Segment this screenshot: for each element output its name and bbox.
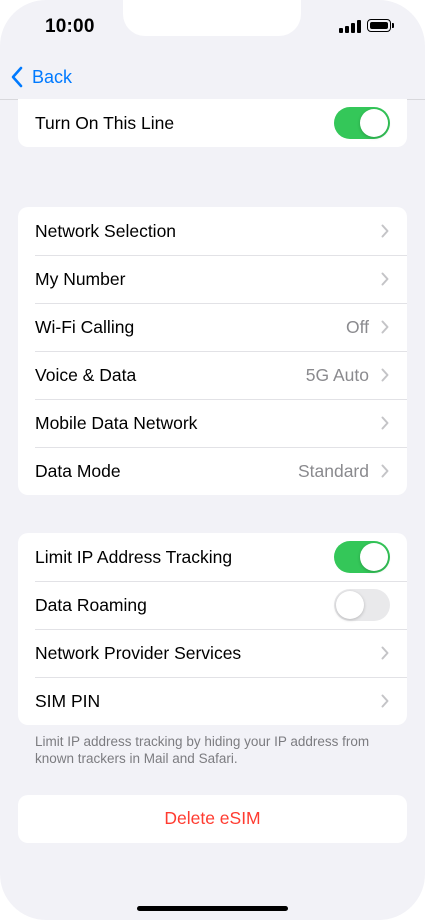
network-provider-services-row[interactable]: Network Provider Services (18, 629, 407, 677)
notch (123, 0, 301, 36)
limit-ip-tracking-toggle[interactable] (334, 541, 390, 573)
turn-on-this-line-row: Turn On This Line (18, 99, 407, 147)
toggle-knob (360, 109, 388, 137)
delete-esim-button[interactable]: Delete eSIM (18, 808, 407, 829)
privacy-footnote: Limit IP address tracking by hiding your… (35, 734, 370, 766)
chevron-right-icon (381, 464, 389, 478)
row-label: Voice & Data (35, 364, 137, 385)
my-number-row[interactable]: My Number (18, 255, 407, 303)
row-label: Limit IP Address Tracking (35, 546, 233, 567)
phone-screen: 10:00 Back Turn On This Line Network Sel… (0, 0, 425, 920)
row-label: Wi-Fi Calling (35, 316, 135, 337)
row-label: Mobile Data Network (35, 412, 198, 433)
data-roaming-toggle[interactable] (334, 589, 390, 621)
battery-icon (367, 19, 395, 33)
navigation-bar: Back (0, 56, 425, 99)
sim-pin-row[interactable]: SIM PIN (18, 677, 407, 725)
voice-and-data-row[interactable]: Voice & Data 5G Auto (18, 351, 407, 399)
back-label: Back (32, 66, 73, 87)
turn-on-this-line-toggle[interactable] (334, 107, 390, 139)
status-bar: 10:00 (0, 0, 425, 56)
status-time: 10:00 (45, 16, 95, 37)
wifi-calling-row[interactable]: Wi-Fi Calling Off (18, 303, 407, 351)
chevron-right-icon (381, 368, 389, 382)
network-group: Network Selection My Number Wi-Fi Callin… (18, 207, 407, 495)
row-value: 5G Auto (305, 364, 369, 385)
chevron-right-icon (381, 646, 389, 660)
row-label: Network Selection (35, 220, 177, 241)
chevron-left-icon (11, 66, 23, 88)
back-button[interactable]: Back (10, 64, 72, 90)
privacy-group: Limit IP Address Tracking Data Roaming N… (18, 533, 407, 725)
cellular-signal-icon (339, 20, 361, 33)
row-value: Standard (297, 460, 369, 481)
toggle-knob (360, 543, 388, 571)
toggle-knob (336, 591, 364, 619)
chevron-right-icon (381, 694, 389, 708)
chevron-right-icon (381, 224, 389, 238)
network-selection-row[interactable]: Network Selection (18, 207, 407, 255)
line-group: Turn On This Line (18, 99, 407, 147)
row-label: Data Mode (35, 460, 121, 481)
row-label: My Number (35, 268, 126, 289)
data-roaming-row: Data Roaming (18, 581, 407, 629)
row-label: Turn On This Line (35, 112, 175, 133)
chevron-right-icon (381, 272, 389, 286)
chevron-right-icon (381, 416, 389, 430)
data-mode-row[interactable]: Data Mode Standard (18, 447, 407, 495)
chevron-right-icon (381, 320, 389, 334)
delete-group: Delete eSIM (18, 795, 407, 843)
row-label: Data Roaming (35, 594, 147, 615)
row-value: Off (345, 316, 369, 337)
row-label: Network Provider Services (35, 642, 242, 663)
row-label: SIM PIN (35, 690, 101, 711)
home-indicator[interactable] (137, 906, 288, 911)
mobile-data-network-row[interactable]: Mobile Data Network (18, 399, 407, 447)
limit-ip-tracking-row: Limit IP Address Tracking (18, 533, 407, 581)
